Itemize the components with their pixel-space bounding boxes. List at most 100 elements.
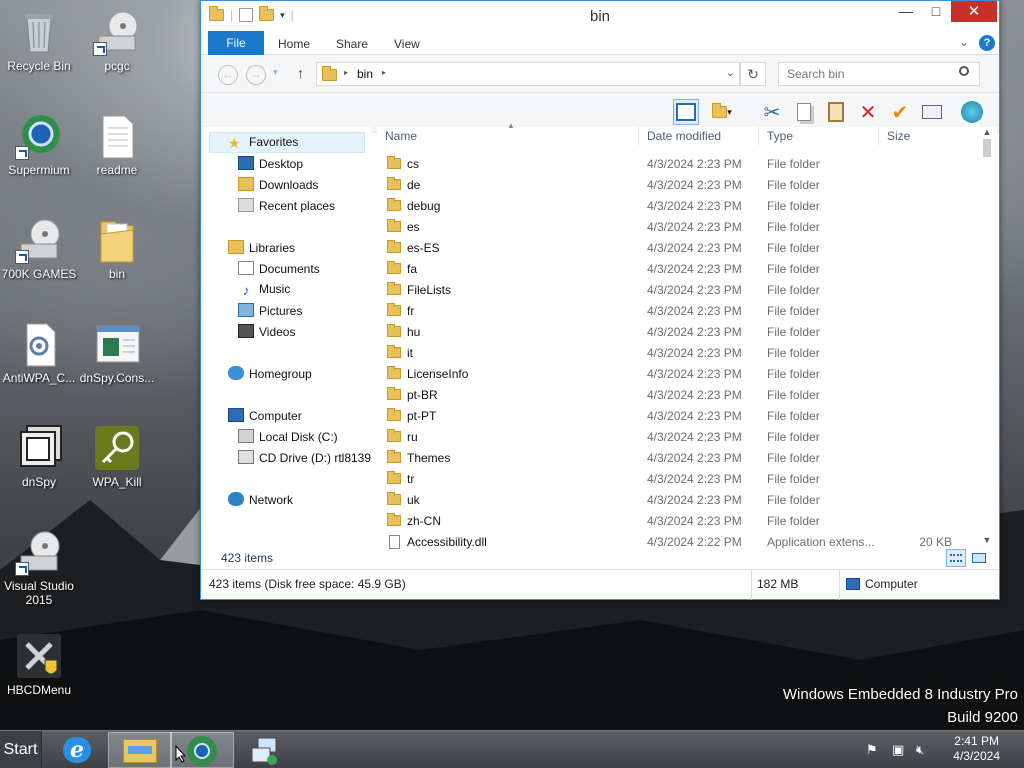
desktop-icon-readme[interactable]: readme bbox=[78, 112, 156, 177]
file-row[interactable]: pt-PT 4/3/2024 2:23 PM File folder bbox=[377, 406, 977, 427]
recycle-bin-icon bbox=[15, 8, 63, 56]
recent-locations-chevron-icon[interactable]: ▾ bbox=[273, 67, 278, 78]
file-type: File folder bbox=[767, 220, 820, 234]
desktop-icon-wpa-kill[interactable]: WPA_Kill bbox=[78, 424, 156, 489]
refresh-button[interactable]: ↻ bbox=[740, 62, 766, 86]
nav-item-downloads[interactable]: Downloads bbox=[238, 177, 318, 192]
file-row[interactable]: uk 4/3/2024 2:23 PM File folder bbox=[377, 490, 977, 511]
network-globe-button[interactable] bbox=[959, 99, 985, 125]
minimize-button[interactable]: — bbox=[891, 1, 921, 22]
breadcrumb-arrow-icon[interactable]: ▸ bbox=[344, 68, 348, 77]
desktop-icon-dnspy-console[interactable]: dnSpy.Cons... bbox=[78, 320, 156, 385]
search-icon[interactable] bbox=[959, 66, 969, 76]
large-icons-view-button[interactable] bbox=[969, 549, 989, 567]
file-row[interactable]: Accessibility.dll 4/3/2024 2:22 PM Applica… bbox=[377, 532, 977, 553]
start-button[interactable]: Start bbox=[0, 731, 42, 768]
forward-button[interactable]: → bbox=[246, 65, 266, 85]
nav-item-recent-places[interactable]: Recent places bbox=[238, 198, 335, 213]
desktop-icon-recycle-bin[interactable]: Recycle Bin bbox=[0, 8, 78, 73]
up-button[interactable]: ↑ bbox=[297, 65, 304, 81]
file-row[interactable]: FileLists 4/3/2024 2:23 PM File folder bbox=[377, 280, 977, 301]
desktop-icon-700k-games[interactable]: 700K GAMES bbox=[0, 216, 78, 281]
select-view-button[interactable]: ▾ bbox=[709, 99, 735, 125]
preview-pane-button[interactable] bbox=[673, 99, 699, 125]
file-row[interactable]: fr 4/3/2024 2:23 PM File folder bbox=[377, 301, 977, 322]
taskbar-internet-explorer[interactable]: e bbox=[45, 732, 109, 768]
tab-home[interactable]: Home bbox=[278, 31, 310, 57]
file-row[interactable]: zh-CN 4/3/2024 2:23 PM File folder bbox=[377, 511, 977, 532]
delete-button[interactable]: ✕ bbox=[855, 99, 881, 125]
scroll-up-arrow-icon[interactable]: ▲ bbox=[979, 127, 995, 137]
file-row[interactable]: pt-BR 4/3/2024 2:23 PM File folder bbox=[377, 385, 977, 406]
nav-item-pictures[interactable]: Pictures bbox=[238, 303, 302, 318]
title-bar[interactable]: | ▾ | bin — □ ✕ bbox=[201, 1, 999, 31]
nav-item-libraries[interactable]: Libraries bbox=[228, 240, 295, 255]
file-row[interactable]: ru 4/3/2024 2:23 PM File folder bbox=[377, 427, 977, 448]
nav-item-documents[interactable]: Documents bbox=[238, 261, 320, 276]
status-bar: 423 items (Disk free space: 45.9 GB) 182… bbox=[201, 569, 999, 600]
scrollbar-thumb[interactable] bbox=[983, 139, 991, 157]
system-clock[interactable]: 2:41 PM 4/3/2024 bbox=[953, 734, 1000, 764]
file-name: es-ES bbox=[407, 241, 440, 255]
taskbar-file-explorer[interactable] bbox=[108, 732, 172, 768]
network-status-icon[interactable]: ▣ bbox=[892, 742, 904, 758]
nav-item-desktop[interactable]: Desktop bbox=[238, 156, 303, 171]
file-row[interactable]: it 4/3/2024 2:23 PM File folder bbox=[377, 343, 977, 364]
nav-item-favorites[interactable]: ★ Favorites bbox=[228, 135, 298, 151]
copy-button[interactable] bbox=[791, 99, 817, 125]
properties-button[interactable] bbox=[919, 99, 945, 125]
nav-item-cd-drive[interactable]: CD Drive (D:) rtl8139 bbox=[238, 450, 371, 465]
address-bar[interactable]: ▸ bin ▸ ⌄ bbox=[316, 62, 740, 86]
file-row[interactable]: LicenseInfo 4/3/2024 2:23 PM File folder bbox=[377, 364, 977, 385]
file-row[interactable]: debug 4/3/2024 2:23 PM File folder bbox=[377, 196, 977, 217]
desktop-icon-dnspy[interactable]: dnSpy bbox=[0, 424, 78, 489]
scroll-down-arrow-icon[interactable]: ▼ bbox=[979, 535, 995, 545]
column-header-name[interactable]: Name bbox=[377, 127, 639, 145]
breadcrumb-bin[interactable]: bin bbox=[357, 67, 373, 81]
file-row[interactable]: es 4/3/2024 2:23 PM File folder bbox=[377, 217, 977, 238]
tab-view[interactable]: View bbox=[394, 31, 420, 57]
tab-share[interactable]: Share bbox=[336, 31, 368, 57]
status-divider bbox=[751, 570, 752, 600]
expand-ribbon-chevron-icon[interactable]: ⌄ bbox=[959, 35, 969, 49]
vertical-scrollbar[interactable]: ▲ ▼ bbox=[979, 127, 995, 547]
search-input[interactable]: Search bin bbox=[778, 62, 980, 86]
nav-item-homegroup[interactable]: Homegroup bbox=[228, 366, 312, 381]
close-button[interactable]: ✕ bbox=[951, 1, 997, 22]
action-center-flag-icon[interactable]: ⚑ bbox=[866, 742, 878, 758]
column-header-date[interactable]: Date modified bbox=[639, 127, 759, 145]
column-header-type[interactable]: Type bbox=[759, 127, 879, 145]
file-row[interactable]: fa 4/3/2024 2:23 PM File folder bbox=[377, 259, 977, 280]
nav-item-local-disk[interactable]: Local Disk (C:) bbox=[238, 429, 338, 444]
desktop-icon-supermium[interactable]: Supermium bbox=[0, 112, 78, 177]
file-row[interactable]: Themes 4/3/2024 2:23 PM File folder bbox=[377, 448, 977, 469]
file-row[interactable]: hu 4/3/2024 2:23 PM File folder bbox=[377, 322, 977, 343]
cut-button[interactable]: ✂ bbox=[759, 99, 785, 125]
column-header-size[interactable]: Size bbox=[879, 127, 959, 145]
desktop-icon-antiwpa[interactable]: AntiWPA_C... bbox=[0, 320, 78, 385]
breadcrumb-arrow-icon[interactable]: ▸ bbox=[382, 68, 386, 77]
nav-item-network[interactable]: Network bbox=[228, 492, 293, 507]
desktop-icon-pcgc[interactable]: pcgc bbox=[78, 8, 156, 73]
maximize-button[interactable]: □ bbox=[921, 1, 951, 22]
file-type: File folder bbox=[767, 493, 820, 507]
desktop-icon-hbcdmenu[interactable]: HBCDMenu bbox=[0, 632, 78, 697]
rename-button[interactable]: ✔ bbox=[887, 99, 913, 125]
nav-item-music[interactable]: ♪ Music bbox=[238, 282, 291, 298]
details-view-button[interactable] bbox=[946, 549, 966, 567]
nav-item-videos[interactable]: Videos bbox=[238, 324, 295, 339]
help-icon[interactable]: ? bbox=[979, 35, 995, 51]
file-row[interactable]: tr 4/3/2024 2:23 PM File folder bbox=[377, 469, 977, 490]
file-row[interactable]: de 4/3/2024 2:23 PM File folder bbox=[377, 175, 977, 196]
desktop-icon-bin[interactable]: bin bbox=[78, 216, 156, 281]
desktop-icon-visual-studio-2015[interactable]: Visual Studio 2015 bbox=[0, 528, 78, 607]
tab-file[interactable]: File bbox=[208, 31, 264, 55]
nav-item-computer[interactable]: Computer bbox=[228, 408, 302, 423]
taskbar-network-setup[interactable] bbox=[232, 732, 296, 768]
back-button[interactable]: ← bbox=[218, 65, 238, 85]
file-row[interactable]: es-ES 4/3/2024 2:23 PM File folder bbox=[377, 238, 977, 259]
paste-button[interactable] bbox=[823, 99, 849, 125]
volume-muted-icon[interactable]: 🔇︎ bbox=[916, 742, 924, 758]
address-history-chevron-icon[interactable]: ⌄ bbox=[726, 66, 735, 79]
file-row[interactable]: cs 4/3/2024 2:23 PM File folder bbox=[377, 154, 977, 175]
